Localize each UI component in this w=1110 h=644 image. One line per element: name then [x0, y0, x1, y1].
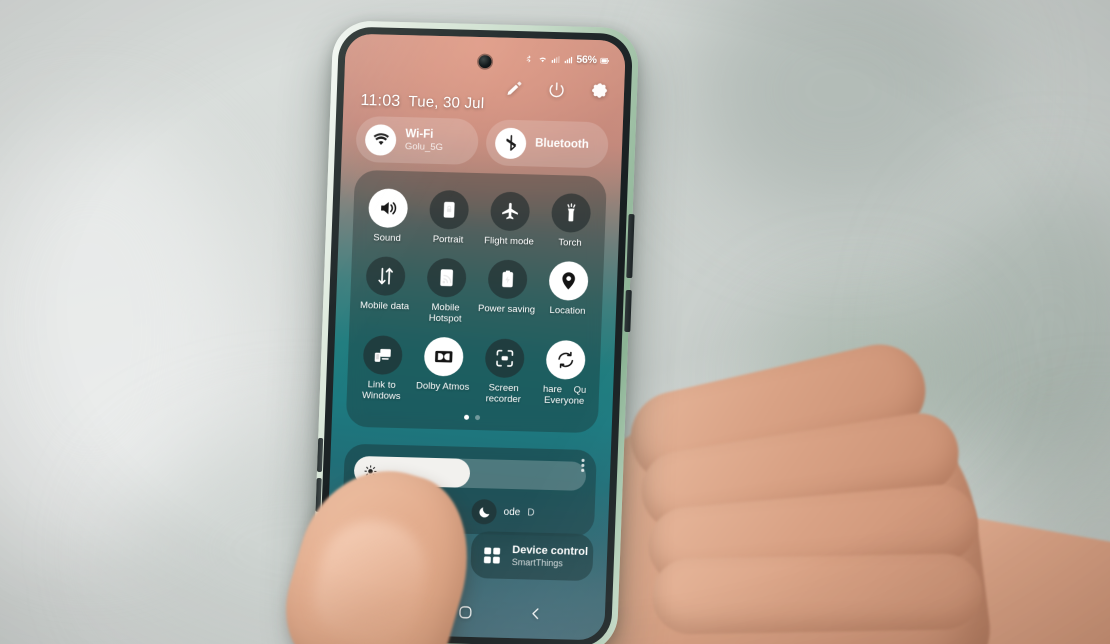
tile-label: hare Qu Everyone: [542, 383, 587, 407]
link-to-windows-icon: [362, 334, 404, 375]
tile-flight-mode[interactable]: Flight mode: [478, 187, 541, 256]
bluetooth-title: Bluetooth: [534, 137, 589, 151]
quick-tiles-row: Link to Windows Dolby Atmos Screen recor…: [350, 330, 597, 415]
dark-mode-label: ode: [503, 506, 521, 519]
tile-label: Flight mode: [484, 235, 535, 248]
edit-icon[interactable]: [505, 80, 523, 97]
power-icon[interactable]: [548, 81, 566, 98]
dark-mode-toggle[interactable]: ode D: [471, 498, 585, 527]
tile-sound[interactable]: Sound: [356, 184, 419, 253]
status-bar: 56%: [524, 52, 609, 66]
tile-label: Torch: [558, 237, 582, 249]
power-button[interactable]: [624, 289, 632, 333]
flight-icon: [489, 191, 531, 232]
tile-label-tail: Qu: [573, 384, 587, 396]
tile-dolby-atmos[interactable]: Dolby Atmos: [411, 332, 475, 413]
clock-time: 11:03: [360, 91, 401, 110]
back-button[interactable]: [528, 605, 545, 621]
connectivity-row: Wi-Fi Golu_5G Bluetooth: [355, 115, 609, 169]
signal-icon: [564, 55, 573, 64]
photo-scene: 56% 11:03 Tue, 30 Jul Wi-Fi Golu_5G Blue…: [0, 0, 1110, 644]
sound-icon: [367, 188, 409, 229]
clock-date: Tue, 30 Jul: [408, 93, 485, 113]
tile-label: Portrait: [432, 233, 464, 246]
tile-label: Sound: [373, 232, 401, 245]
tile-screen-recorder[interactable]: Screen recorder: [472, 334, 536, 415]
header-actions: [505, 80, 609, 100]
tile-quick-share[interactable]: hare Qu Everyone: [533, 335, 597, 416]
network-icon: [551, 54, 560, 63]
mobile-hotspot-icon: [426, 257, 467, 298]
tile-label: Power saving: [477, 302, 536, 316]
volume-button[interactable]: [626, 213, 635, 279]
front-camera-punch-hole: [478, 55, 492, 69]
bluetooth-tile[interactable]: Bluetooth: [485, 119, 609, 169]
portrait-lock-icon: [428, 189, 470, 230]
screen-recorder-icon: [484, 337, 525, 378]
tile-power-saving[interactable]: Power saving: [475, 255, 539, 336]
mobile-data-icon: [365, 255, 406, 296]
dark-mode-icon: [471, 498, 498, 525]
wifi-tile[interactable]: Wi-Fi Golu_5G: [355, 115, 479, 166]
page-dot[interactable]: [474, 414, 481, 420]
clock-row: 11:03 Tue, 30 Jul: [360, 92, 484, 113]
quick-settings-panel: Sound Portrait Flight mode Torch Mobile …: [345, 169, 607, 433]
dolby-atmos-icon: [423, 336, 464, 377]
tile-mobile-hotspot[interactable]: Mobile Hotspot: [414, 253, 478, 334]
torch-icon: [550, 192, 592, 233]
quick-share-icon: [545, 339, 586, 380]
device-control-icon: [481, 544, 504, 567]
background-blur-shape: [0, 120, 240, 540]
tile-label: Screen recorder: [485, 381, 522, 406]
tile-label: Location: [549, 304, 586, 317]
page-dot[interactable]: [463, 414, 470, 420]
bluetooth-icon: [494, 126, 527, 159]
quick-tiles-row: Mobile data Mobile Hotspot Power saving …: [353, 251, 600, 336]
quick-tiles-row: Sound Portrait Flight mode Torch: [356, 184, 602, 258]
tile-link-to-windows[interactable]: Link to Windows: [350, 330, 414, 411]
tile-mobile-data[interactable]: Mobile data: [353, 251, 417, 332]
tile-location[interactable]: Location: [536, 256, 600, 337]
device-control-title: Device control: [511, 544, 589, 559]
power-saving-icon: [487, 258, 528, 299]
location-icon: [548, 260, 589, 301]
battery-percent-label: 56%: [576, 53, 597, 67]
wifi-title: Wi-Fi: [405, 128, 434, 141]
tile-portrait[interactable]: Portrait: [417, 186, 480, 255]
wifi-icon: [364, 123, 397, 156]
home-button[interactable]: [457, 603, 475, 620]
finger: [651, 553, 983, 635]
tile-label: Dolby Atmos: [415, 379, 470, 393]
battery-icon: [600, 57, 609, 64]
device-control-subtitle: SmartThings: [511, 557, 563, 569]
device-control-card[interactable]: Device control SmartThings: [470, 530, 594, 582]
wifi-icon: [537, 54, 548, 63]
dark-mode-tail: D: [527, 507, 535, 519]
tile-label-main: hare: [542, 383, 563, 395]
bluetooth-icon: [524, 54, 533, 63]
tile-label: Link to Windows: [361, 378, 401, 403]
tile-label: Mobile Hotspot: [428, 301, 462, 325]
tile-label: Mobile data: [359, 299, 410, 312]
settings-icon[interactable]: [591, 82, 609, 99]
background-blur-shape: [690, 0, 990, 220]
tile-torch[interactable]: Torch: [539, 189, 602, 258]
wifi-network-name: Golu_5G: [404, 141, 444, 154]
tile-sublabel: Everyone: [543, 394, 585, 407]
